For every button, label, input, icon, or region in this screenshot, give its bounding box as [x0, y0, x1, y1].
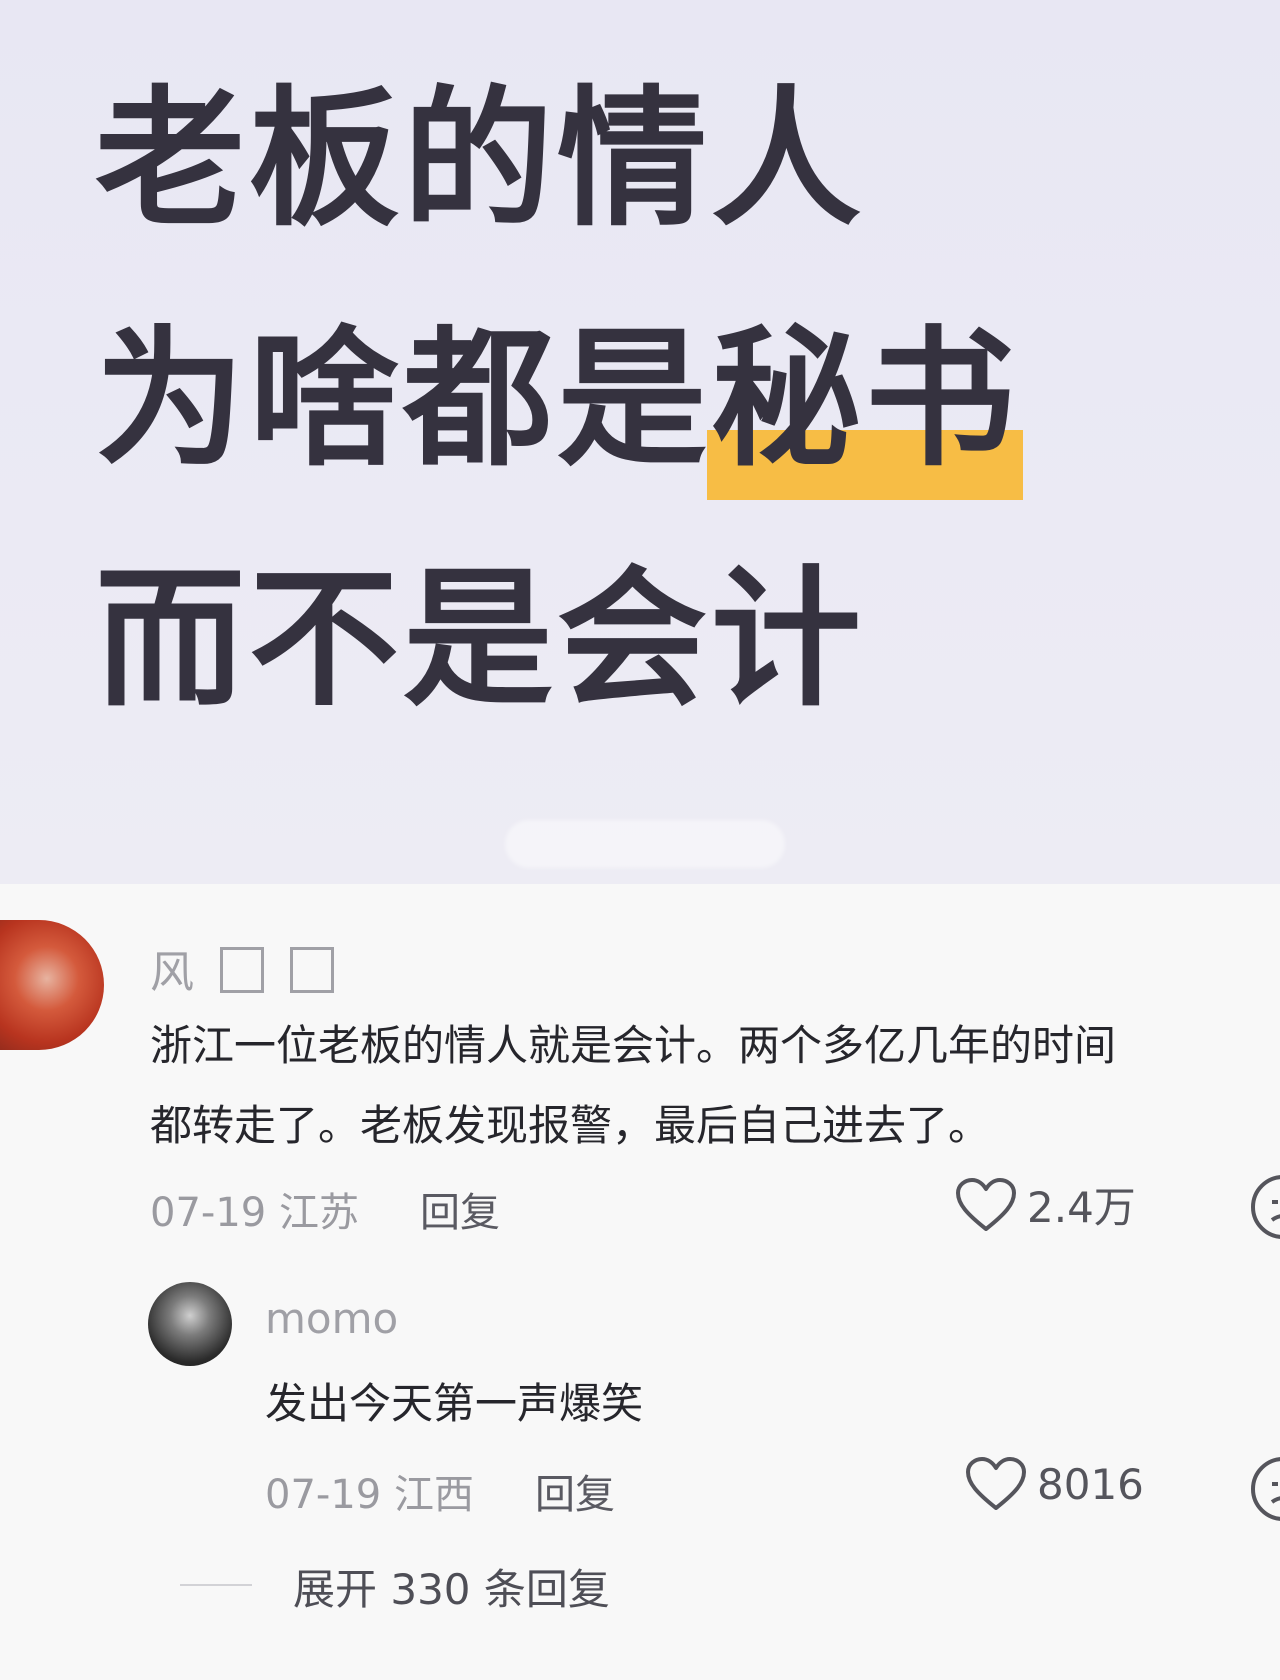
headline-line-1: 老板的情人	[95, 73, 866, 247]
heart-icon	[956, 1177, 1016, 1231]
badge-box-icon	[220, 947, 264, 993]
face-icon[interactable]	[1248, 1172, 1280, 1242]
avatar[interactable]	[148, 1282, 232, 1366]
like-button[interactable]: 8016	[965, 1456, 1144, 1512]
comment-text-line: 发出今天第一声爆笑	[265, 1379, 644, 1428]
comment-date-location: 07-19 江苏	[150, 1190, 359, 1236]
headline-banner: 老板的情人 为啥都是秘书 而不是会计	[0, 0, 1280, 884]
expand-divider	[180, 1584, 252, 1586]
heart-icon	[966, 1457, 1026, 1510]
username-text: 风	[150, 947, 194, 998]
expand-replies-button[interactable]: 展开 330 条回复	[293, 1556, 610, 1617]
comment-username[interactable]: momo	[265, 1294, 398, 1343]
like-button[interactable]: 2.4万	[955, 1174, 1136, 1235]
headline-line-2-prefix: 为啥都是	[95, 313, 712, 487]
headline-line-3: 而不是会计	[95, 553, 866, 727]
reply-button[interactable]: 回复	[420, 1180, 500, 1238]
comment-section: 风 浙江一位老板的情人就是会计。两个多亿几年的时间 都转走了。老板发现报警，最后…	[0, 884, 1280, 1680]
comment-username[interactable]: 风	[150, 936, 334, 1000]
comment-text-line: 都转走了。老板发现报警，最后自己进去了。	[150, 1101, 991, 1150]
watermark	[505, 820, 785, 868]
reply-button[interactable]: 回复	[535, 1462, 615, 1520]
like-count: 2.4万	[1027, 1183, 1136, 1232]
comment-text-line: 浙江一位老板的情人就是会计。两个多亿几年的时间	[150, 1021, 1117, 1070]
avatar[interactable]	[0, 920, 104, 1050]
face-icon[interactable]	[1248, 1454, 1280, 1524]
comment-date-location: 07-19 江西	[265, 1472, 474, 1518]
headline-highlight: 秘书	[707, 313, 1024, 500]
badge-box-icon	[290, 947, 334, 993]
like-count: 8016	[1037, 1459, 1144, 1509]
headline-line-2: 为啥都是秘书	[95, 313, 1024, 500]
